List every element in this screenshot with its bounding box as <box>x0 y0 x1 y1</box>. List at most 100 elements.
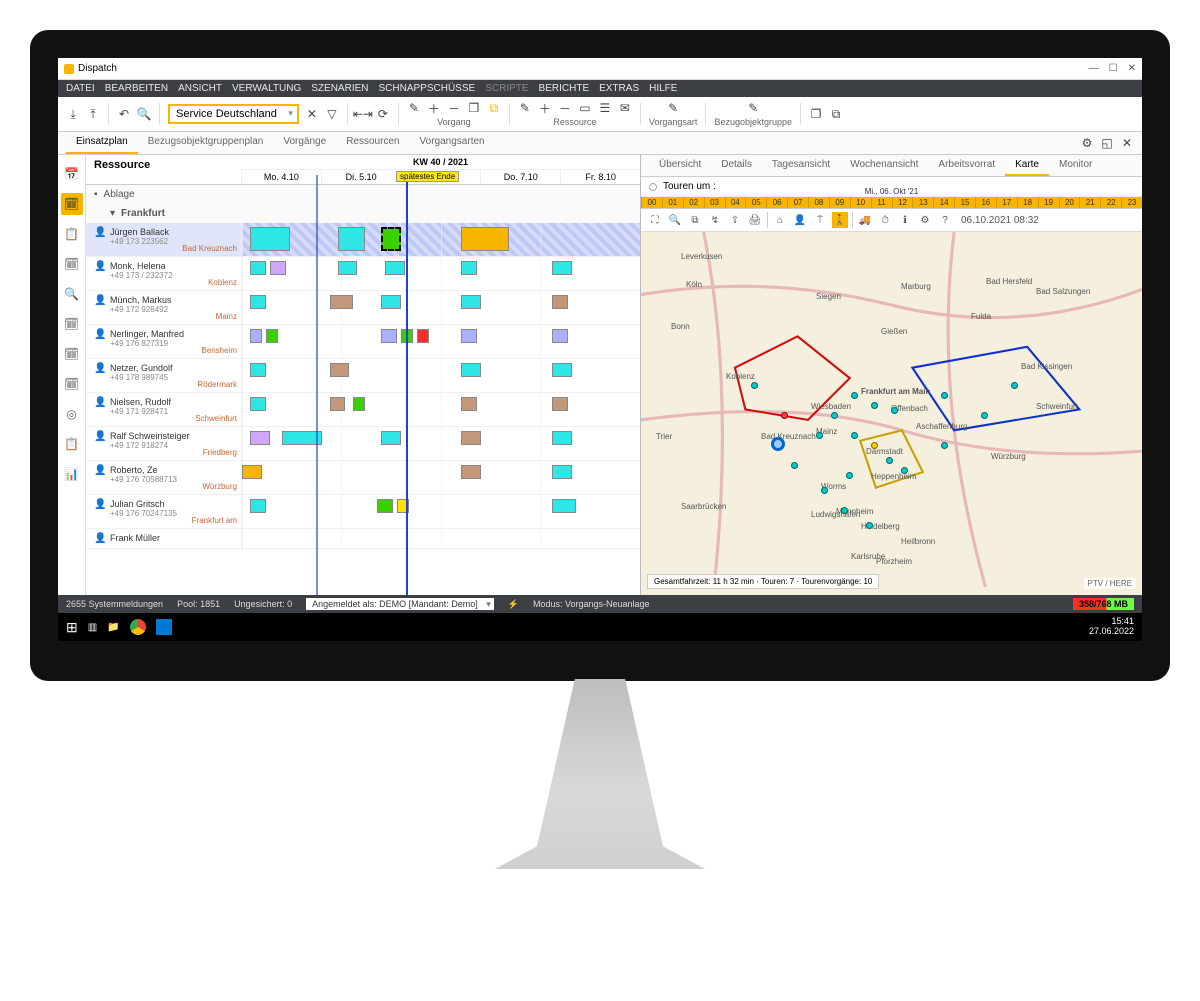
vorgangsart-edit-icon[interactable]: ✎ <box>666 101 680 115</box>
clear-filter-icon[interactable]: ✕ <box>305 107 319 121</box>
export-icon[interactable]: ⤓ <box>66 107 80 121</box>
search-icon[interactable]: 🔍 <box>137 107 151 121</box>
map-help-icon[interactable]: ? <box>937 212 953 228</box>
import-icon[interactable]: ⤒ <box>86 107 100 121</box>
map-route-icon[interactable]: ↯ <box>707 212 723 228</box>
undo-icon[interactable]: ↶ <box>117 107 131 121</box>
rail-item-6[interactable]: 🗓 <box>61 313 83 335</box>
rail-target-icon[interactable]: ◎ <box>61 403 83 425</box>
window-minimize[interactable]: — <box>1089 63 1099 74</box>
resource-row[interactable]: 👤 Roberto, Ze +49 176 70588713 Würzburg <box>86 461 640 495</box>
resource-row[interactable]: 👤 Nielsen, Rudolf +49 171 928471 Schwein… <box>86 393 640 427</box>
taskbar-clock[interactable]: 15:41 27.06.2022 <box>1089 617 1134 637</box>
menu-bearbeiten[interactable]: BEARBEITEN <box>105 83 168 94</box>
tab-bezugsobjektgruppenplan[interactable]: Bezugsobjektgruppenplan <box>138 132 274 154</box>
status-messages[interactable]: 2655 Systemmeldungen <box>66 599 163 609</box>
tab-vorgangsarten[interactable]: Vorgangsarten <box>410 132 495 154</box>
bezug-edit-icon[interactable]: ✎ <box>746 101 760 115</box>
vorgang-copy-icon[interactable]: ❐ <box>467 101 481 115</box>
tour-radio[interactable] <box>649 183 657 191</box>
menu-scripte[interactable]: SCRIPTE <box>485 83 528 94</box>
rail-item-search[interactable]: 🔍 <box>61 283 83 305</box>
resource-row[interactable]: 👤 Monk, Helena +49 173 / 232372 Koblenz <box>86 257 640 291</box>
map-layers-icon[interactable]: ⧉ <box>687 212 703 228</box>
org-select[interactable]: Service Deutschland <box>168 104 299 124</box>
map-share-icon[interactable]: ⇪ <box>727 212 743 228</box>
group-ablage[interactable]: ▪ Ablage <box>86 185 640 204</box>
map-home-icon[interactable]: ⌂ <box>772 212 788 228</box>
vorgang-add-icon[interactable]: ＋ <box>427 101 441 115</box>
resource-row[interactable]: 👤 Ralf Schweinsteiger +49 172 918274 Fri… <box>86 427 640 461</box>
menu-hilfe[interactable]: HILFE <box>649 83 677 94</box>
map-zoom-in-icon[interactable]: 🔍 <box>667 212 683 228</box>
taskbar-outlook-icon[interactable] <box>156 619 172 635</box>
rail-calendar-icon[interactable]: 📅 <box>61 163 83 185</box>
map-tree-icon[interactable]: ⍑ <box>812 212 828 228</box>
vorgang-split-icon[interactable]: ⧉ <box>487 101 501 115</box>
resource-row[interactable]: 👤 Netzer, Gundolf +49 178 989745 Röderma… <box>86 359 640 393</box>
map-vehicle-icon[interactable]: 🚚 <box>857 212 873 228</box>
tab-ressourcen[interactable]: Ressourcen <box>336 132 409 154</box>
window-dup-icon[interactable]: ⧉ <box>829 107 843 121</box>
map-info-icon[interactable]: ℹ <box>897 212 913 228</box>
collapse-icon[interactable]: ▪ <box>94 189 98 200</box>
tab-monitor[interactable]: Monitor <box>1049 155 1102 176</box>
rail-chart-icon[interactable]: 📊 <box>61 463 83 485</box>
resource-mail-icon[interactable]: ✉ <box>618 101 632 115</box>
tab-details[interactable]: Details <box>711 155 762 176</box>
map-canvas[interactable]: Leverkusen Köln Bonn Siegen Marburg Gieß… <box>641 232 1142 595</box>
rail-item-7[interactable]: 🗓 <box>61 343 83 365</box>
map-person-icon[interactable]: 👤 <box>792 212 808 228</box>
resource-row[interactable]: 👤 Münch, Markus +49 172 928492 Mainz <box>86 291 640 325</box>
rail-plan-icon[interactable]: 🗓 <box>61 193 83 215</box>
day-header[interactable]: Di. 5.10 <box>321 170 401 184</box>
panel-close-icon[interactable]: ✕ <box>1120 136 1134 150</box>
vorgang-edit-icon[interactable]: ✎ <box>407 101 421 115</box>
window-maximize[interactable]: ☐ <box>1109 63 1118 74</box>
menu-berichte[interactable]: BERICHTE <box>539 83 590 94</box>
filter-icon[interactable]: ▽ <box>325 107 339 121</box>
map-print-icon[interactable]: 🖨 <box>747 212 763 228</box>
taskbar-app-1[interactable]: ▥ <box>88 622 97 633</box>
planner-body[interactable]: ▪ Ablage ▾ Frankfurt 👤 Jürgen Ballack +4… <box>86 185 640 595</box>
panel-settings-icon[interactable]: ⚙ <box>1080 136 1094 150</box>
menu-schnappschuesse[interactable]: SCHNAPPSCHÜSSE <box>379 83 476 94</box>
resource-add-icon[interactable]: ＋ <box>538 101 552 115</box>
map-stopwatch-icon[interactable]: ⏱ <box>877 212 893 228</box>
resource-edit-icon[interactable]: ✎ <box>518 101 532 115</box>
resource-row[interactable]: 👤 Julian Gritsch +49 176 70247135 Frankf… <box>86 495 640 529</box>
tab-karte[interactable]: Karte <box>1005 155 1049 176</box>
resource-row[interactable]: 👤 Nerlinger, Manfred +49 176 827319 Bens… <box>86 325 640 359</box>
taskbar-explorer-icon[interactable]: 📁 <box>107 622 119 633</box>
menu-szenarien[interactable]: SZENARIEN <box>311 83 368 94</box>
tab-tagesansicht[interactable]: Tagesansicht <box>762 155 840 176</box>
tab-vorgaenge[interactable]: Vorgänge <box>273 132 336 154</box>
start-button[interactable]: ⊞ <box>66 619 78 636</box>
menu-datei[interactable]: DATEI <box>66 83 95 94</box>
rail-schedule-icon[interactable]: 📋 <box>61 223 83 245</box>
tab-uebersicht[interactable]: Übersicht <box>649 155 711 176</box>
rail-item-4[interactable]: 🗓 <box>61 253 83 275</box>
window-copy-icon[interactable]: ❐ <box>809 107 823 121</box>
map-zoom-fit-icon[interactable]: ⛶ <box>647 212 663 228</box>
day-header[interactable]: Do. 7.10 <box>480 170 560 184</box>
rail-clipboard-icon[interactable]: 📋 <box>61 433 83 455</box>
menu-extras[interactable]: EXTRAS <box>599 83 639 94</box>
map-settings-icon[interactable]: ⚙ <box>917 212 933 228</box>
window-close[interactable]: ✕ <box>1128 63 1136 74</box>
resource-list-icon[interactable]: ☰ <box>598 101 612 115</box>
group-frankfurt[interactable]: ▾ Frankfurt <box>86 204 640 223</box>
menu-verwaltung[interactable]: VERWALTUNG <box>232 83 301 94</box>
resource-remove-icon[interactable]: － <box>558 101 572 115</box>
time-ruler[interactable]: Mi., 06. Okt '21 0001 0203 0405 0607 080… <box>641 197 1142 209</box>
resource-row[interactable]: 👤 Jürgen Ballack +49 173 223562 Bad Kreu… <box>86 223 640 257</box>
day-header[interactable]: Fr. 8.10 <box>560 170 640 184</box>
tab-wochenansicht[interactable]: Wochenansicht <box>840 155 928 176</box>
tab-einsatzplan[interactable]: Einsatzplan <box>66 132 138 154</box>
resource-row[interactable]: 👤 Frank Müller <box>86 529 640 549</box>
vorgang-remove-icon[interactable]: － <box>447 101 461 115</box>
tab-arbeitsvorrat[interactable]: Arbeitsvorrat <box>928 155 1005 176</box>
panel-pop-icon[interactable]: ◱ <box>1100 136 1114 150</box>
map-tour-mode-icon[interactable]: 🚶 <box>832 212 848 228</box>
menu-ansicht[interactable]: ANSICHT <box>178 83 222 94</box>
